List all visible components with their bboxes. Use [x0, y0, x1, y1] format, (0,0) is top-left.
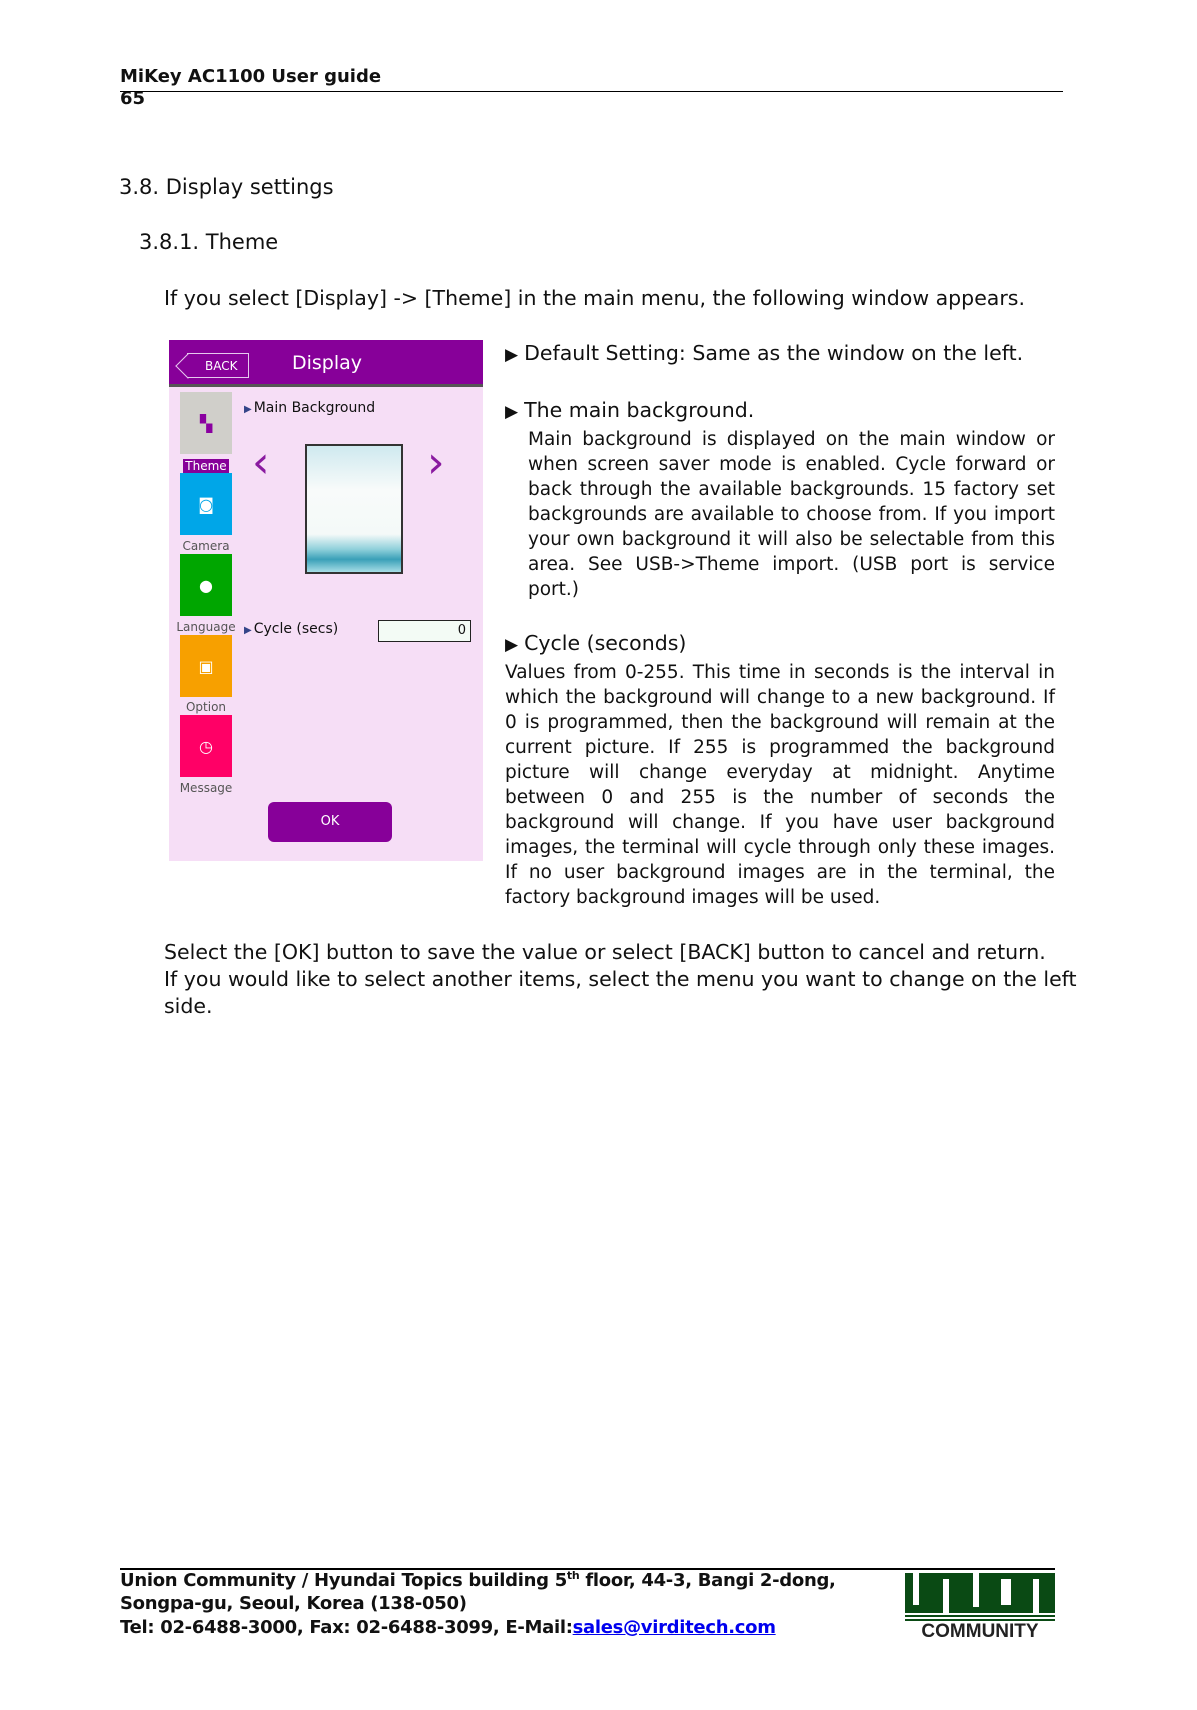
section-heading: 3.8. Display settings [119, 175, 334, 199]
menu-label-language: Language [176, 620, 236, 634]
svg-text:COMMUNITY: COMMUNITY [921, 1621, 1038, 1639]
doc-title: MiKey AC1100 User guide [120, 66, 382, 87]
subsection-heading: 3.8.1. Theme [139, 230, 279, 254]
monitor-icon: ▣ [198, 656, 214, 676]
intro-text: If you select [Display] -> [Theme] in th… [164, 286, 1025, 310]
clock-icon: ◷ [199, 736, 213, 756]
closing-line-2: If you would like to select another item… [164, 967, 1077, 1018]
menu-camera[interactable]: ◙ [180, 473, 232, 535]
cycle-label: Cycle (secs) [244, 621, 339, 637]
menu-label-camera: Camera [182, 539, 230, 553]
menu-label-option: Option [185, 700, 227, 714]
screen-title: Display [292, 352, 363, 374]
device-screenshot: BACK Display ▚ Theme ◙ Camera ● Language… [169, 340, 483, 861]
menu-option[interactable]: ▣ [180, 635, 232, 697]
main-bg-text: Main background is displayed on the main… [528, 429, 1055, 600]
footer-address-1: Union Community / Hyundai Topics buildin… [120, 1569, 836, 1591]
footer-address-2: Songpa-gu, Seoul, Korea (138-050) [120, 1593, 467, 1614]
cycle-title: Cycle (seconds) [505, 631, 1055, 658]
language-icon: ● [199, 575, 213, 595]
prev-arrow-icon[interactable]: ‹ [252, 437, 270, 488]
menu-label-theme: Theme [183, 459, 229, 473]
menu-label-message: Message [179, 781, 233, 795]
email-link[interactable]: sales@virditech.com [573, 1617, 776, 1638]
footer-contact: Tel: 02-6488-3000, Fax: 02-6488-3099, E-… [120, 1617, 776, 1638]
camera-icon: ◙ [198, 494, 214, 514]
title-bar: BACK Display [169, 340, 483, 387]
cycle-input[interactable]: 0 [378, 620, 471, 642]
next-arrow-icon[interactable]: › [427, 437, 445, 488]
default-setting: Default Setting: Same as the window on t… [505, 341, 1055, 368]
menu-language[interactable]: ● [180, 554, 232, 616]
theme-icon: ▚ [199, 413, 213, 433]
union-community-logo: COMMUNITY [905, 1573, 1055, 1639]
background-preview [305, 444, 403, 574]
cycle-text: Values from 0-255. This time in seconds … [505, 662, 1055, 908]
main-bg-title: The main background. [505, 398, 1055, 425]
menu-message[interactable]: ◷ [180, 715, 232, 777]
back-button[interactable]: BACK [187, 353, 249, 378]
ok-button[interactable]: OK [268, 802, 392, 842]
main-background-label: Main Background [244, 400, 375, 416]
menu-theme[interactable]: ▚ [180, 392, 232, 454]
doc-header: MiKey AC1100 User guide 65 [120, 66, 381, 110]
closing-line-1: Select the [OK] button to save the value… [164, 940, 1046, 964]
header-divider [120, 91, 1063, 92]
